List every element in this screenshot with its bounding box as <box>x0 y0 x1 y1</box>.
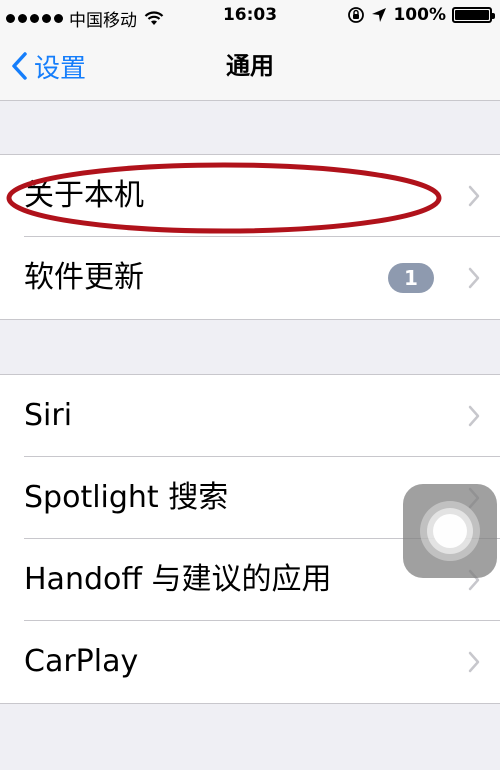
chevron-right-icon <box>468 405 480 427</box>
row-label: 软件更新 <box>24 260 144 295</box>
chevron-right-icon <box>468 651 480 673</box>
update-count-badge: 1 <box>388 263 434 293</box>
location-arrow-icon <box>372 8 387 22</box>
chevron-right-icon <box>468 185 480 207</box>
highlight-ellipse-annotation <box>6 162 442 234</box>
assistive-touch-button[interactable] <box>403 484 497 578</box>
orientation-lock-icon <box>348 7 365 23</box>
row-label: Spotlight 搜索 <box>24 480 229 515</box>
chevron-right-icon <box>468 267 480 289</box>
status-bar: 中国移动 16:03 100% <box>0 0 500 32</box>
row-siri[interactable]: Siri <box>0 375 500 457</box>
battery-percent: 100% <box>393 5 446 25</box>
row-label: Handoff 与建议的应用 <box>24 562 332 597</box>
status-right: 100% <box>347 5 495 25</box>
battery-fill <box>455 10 489 20</box>
row-carplay[interactable]: CarPlay <box>0 621 500 703</box>
navigation-bar: 设置 通用 <box>0 32 500 101</box>
battery-icon <box>452 7 495 23</box>
row-software-update[interactable]: 软件更新 1 <box>0 237 500 319</box>
row-label: CarPlay <box>24 644 139 679</box>
row-label: Siri <box>24 398 73 433</box>
page-title: 通用 <box>226 52 274 80</box>
